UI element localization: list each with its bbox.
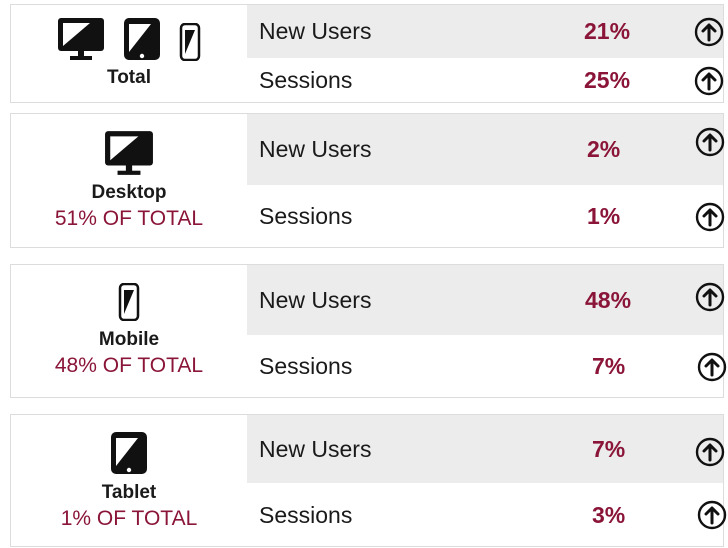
tablet-sessions-value: 3% <box>592 501 626 528</box>
tablet-icon <box>111 431 147 474</box>
mobile-row-sessions: Sessions 7% <box>247 335 727 398</box>
tablet-row-sessions: Sessions 3% <box>247 483 727 547</box>
metric-label-sessions: Sessions <box>259 67 353 93</box>
total-block: Total New Users 21% Sessions 25% <box>10 4 724 103</box>
total-row-new-users: New Users 21% <box>247 5 724 58</box>
metric-label-new-users: New Users <box>259 18 372 44</box>
mobile-icon <box>179 23 201 61</box>
total-device-icons <box>57 17 201 61</box>
metric-label-new-users: New Users <box>259 435 372 462</box>
total-device-cell: Total <box>11 5 247 102</box>
total-new-users-value: 21% <box>584 18 631 44</box>
desktop-sessions-value: 1% <box>587 203 621 229</box>
desktop-device-cell: Desktop 51% OF TOTAL <box>11 114 247 247</box>
mobile-new-users-value: 48% <box>585 286 632 313</box>
tablet-device-cell: Tablet 1% OF TOTAL <box>11 415 247 546</box>
arrow-up-circle-icon <box>697 352 727 381</box>
total-row-sessions: Sessions 25% <box>247 58 724 103</box>
mobile-block: Mobile 48% OF TOTAL New Users 48% Sessio… <box>10 264 727 398</box>
arrow-up-circle-icon <box>695 202 725 231</box>
tablet-icon <box>124 18 160 60</box>
total-sessions-value: 25% <box>584 67 631 93</box>
total-label: Total <box>107 67 151 88</box>
metric-label-sessions: Sessions <box>259 501 353 528</box>
desktop-icon <box>105 130 153 175</box>
arrow-up-circle-icon <box>695 128 725 157</box>
mobile-share: 48% OF TOTAL <box>54 354 204 377</box>
desktop-block: Desktop 51% OF TOTAL New Users 2% Sessio… <box>10 113 725 248</box>
metric-label-new-users: New Users <box>259 136 372 162</box>
arrow-up-circle-icon <box>695 282 725 311</box>
tablet-new-users-value: 7% <box>592 435 626 462</box>
tablet-label: Tablet <box>101 481 157 503</box>
mobile-icon <box>118 283 140 321</box>
tablet-block: Tablet 1% OF TOTAL New Users 7% Sessions… <box>10 414 727 547</box>
arrow-up-circle-icon <box>697 500 727 530</box>
metric-label-sessions: Sessions <box>259 353 353 379</box>
desktop-share: 51% OF TOTAL <box>54 206 204 230</box>
metric-label-new-users: New Users <box>259 286 372 313</box>
arrow-up-circle-icon <box>694 66 724 95</box>
desktop-row-sessions: Sessions 1% <box>247 185 725 248</box>
mobile-sessions-value: 7% <box>592 353 626 379</box>
mobile-label: Mobile <box>98 329 160 350</box>
tablet-share: 1% OF TOTAL <box>60 506 198 530</box>
desktop-icon <box>58 18 104 60</box>
desktop-row-new-users: New Users 2% <box>247 114 725 185</box>
tablet-row-new-users: New Users 7% <box>247 415 725 483</box>
arrow-up-circle-icon <box>694 17 724 46</box>
metric-label-sessions: Sessions <box>259 203 353 229</box>
arrow-up-circle-icon <box>695 438 725 467</box>
desktop-label: Desktop <box>91 181 167 203</box>
desktop-new-users-value: 2% <box>587 136 621 162</box>
mobile-device-cell: Mobile 48% OF TOTAL <box>11 265 247 397</box>
mobile-row-new-users: New Users 48% <box>247 265 725 335</box>
